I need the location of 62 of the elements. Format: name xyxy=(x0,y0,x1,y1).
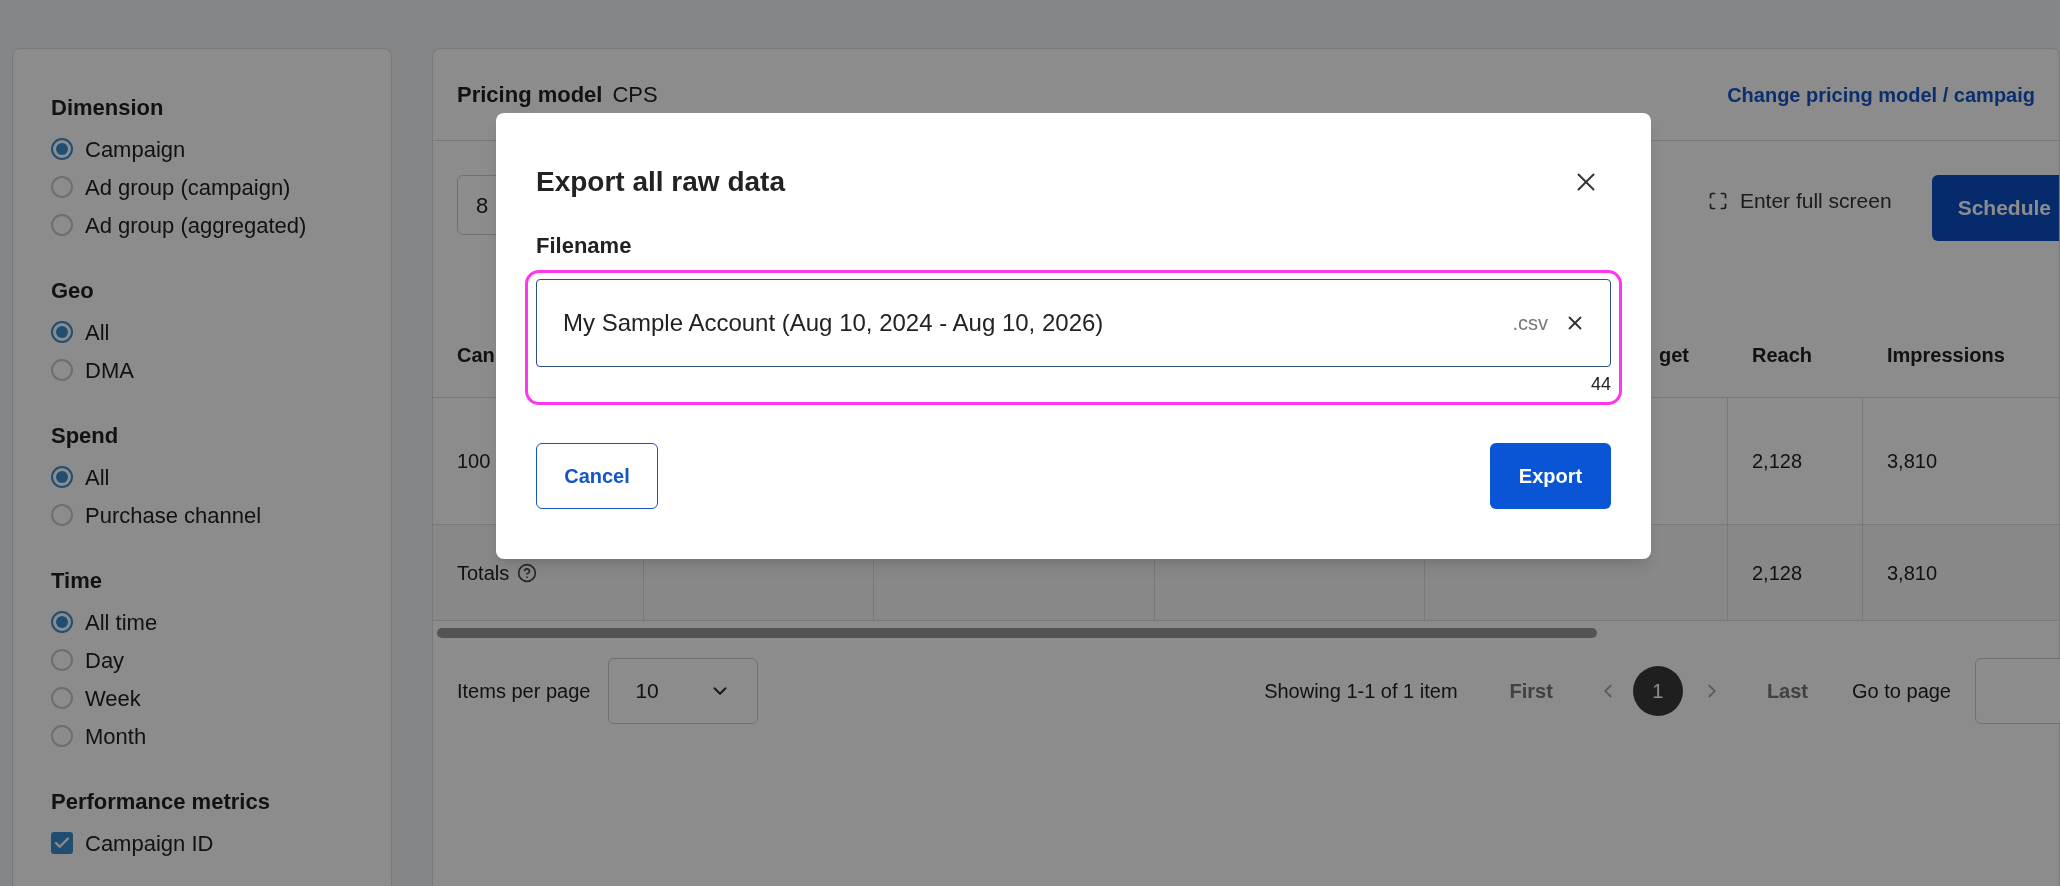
pricing-model-label: Pricing model xyxy=(457,81,603,109)
table-cell-text: Totals xyxy=(457,560,510,586)
pricing-model-value: CPS xyxy=(612,81,658,109)
radio-button[interactable] xyxy=(51,176,73,198)
option-label: Ad group (aggregated) xyxy=(85,211,307,240)
radio-button[interactable] xyxy=(51,214,73,236)
last-page-button[interactable]: Last xyxy=(1766,676,1809,706)
option-label: Campaign ID xyxy=(85,829,214,858)
radio-button[interactable] xyxy=(51,321,73,343)
table-cell-text: 100 xyxy=(457,449,491,474)
fullscreen-button[interactable]: Enter full screen xyxy=(1707,185,1892,217)
option-label: Week xyxy=(85,684,141,713)
radio-button[interactable] xyxy=(51,504,73,526)
radio-button[interactable] xyxy=(51,611,73,633)
table-cell-text: 3,810 xyxy=(1887,560,1938,586)
help-icon xyxy=(517,562,538,583)
checkbox[interactable] xyxy=(51,832,73,854)
go-to-page-label: Go to page xyxy=(1852,679,1951,704)
radio-button[interactable] xyxy=(51,138,73,160)
schedule-button[interactable]: Schedule xyxy=(1931,175,2059,241)
horizontal-scrollbar[interactable] xyxy=(437,628,1597,638)
expand-icon xyxy=(1707,190,1728,211)
dialog-title: Export all raw data xyxy=(536,165,785,199)
option-label: All xyxy=(85,463,110,492)
option-label: Month xyxy=(85,722,147,751)
table-cell-text: 2,128 xyxy=(1752,560,1803,586)
page-size-select[interactable]: 10 xyxy=(608,658,759,724)
group-heading: Performance metrics xyxy=(51,788,271,816)
field-label: Filename xyxy=(536,232,633,260)
radio-button[interactable] xyxy=(51,359,73,381)
radio-button[interactable] xyxy=(51,687,73,709)
table-cell-text: 2,128 xyxy=(1752,449,1803,474)
character-counter: 44 xyxy=(1590,373,1611,396)
radio-button[interactable] xyxy=(51,649,73,671)
group-heading: Time xyxy=(51,567,103,595)
option-label: DMA xyxy=(85,356,134,385)
option-label: All xyxy=(85,318,110,347)
radio-button[interactable] xyxy=(51,725,73,747)
option-label: All time xyxy=(85,608,158,637)
table-cell-text: 3,810 xyxy=(1887,449,1938,474)
option-label: Campaign xyxy=(85,135,186,164)
option-label: Ad group (campaign) xyxy=(85,173,291,202)
file-extension: .csv xyxy=(1512,311,1548,336)
option-label: Purchase channel xyxy=(85,501,262,530)
items-per-page-label: Items per page xyxy=(457,679,591,704)
option-label: Day xyxy=(85,646,125,675)
filename-field[interactable]: My Sample Account (Aug 10, 2024 - Aug 10, 2026) .csv xyxy=(536,279,1611,367)
column-header: get xyxy=(1659,343,1689,368)
group-heading: Spend xyxy=(51,422,120,450)
page-button[interactable]: 1 xyxy=(1632,666,1683,716)
radio-button[interactable] xyxy=(51,466,73,488)
cancel-button[interactable]: Cancel xyxy=(536,443,658,509)
filename-input[interactable]: My Sample Account (Aug 10, 2024 - Aug 10, 2026) xyxy=(563,305,1513,341)
change-pricing-link[interactable]: Change pricing model / campaig xyxy=(1727,79,2035,110)
column-header: Reach xyxy=(1752,343,1813,368)
showing-text: Showing 1-1 of 1 item xyxy=(1264,679,1458,704)
export-button[interactable]: Export xyxy=(1490,443,1611,509)
column-header: Impressions xyxy=(1887,343,2005,368)
group-heading: Geo xyxy=(51,277,95,305)
group-heading: Dimension xyxy=(51,94,165,122)
column-header: Can xyxy=(457,343,495,368)
first-page-button[interactable]: First xyxy=(1509,676,1553,706)
